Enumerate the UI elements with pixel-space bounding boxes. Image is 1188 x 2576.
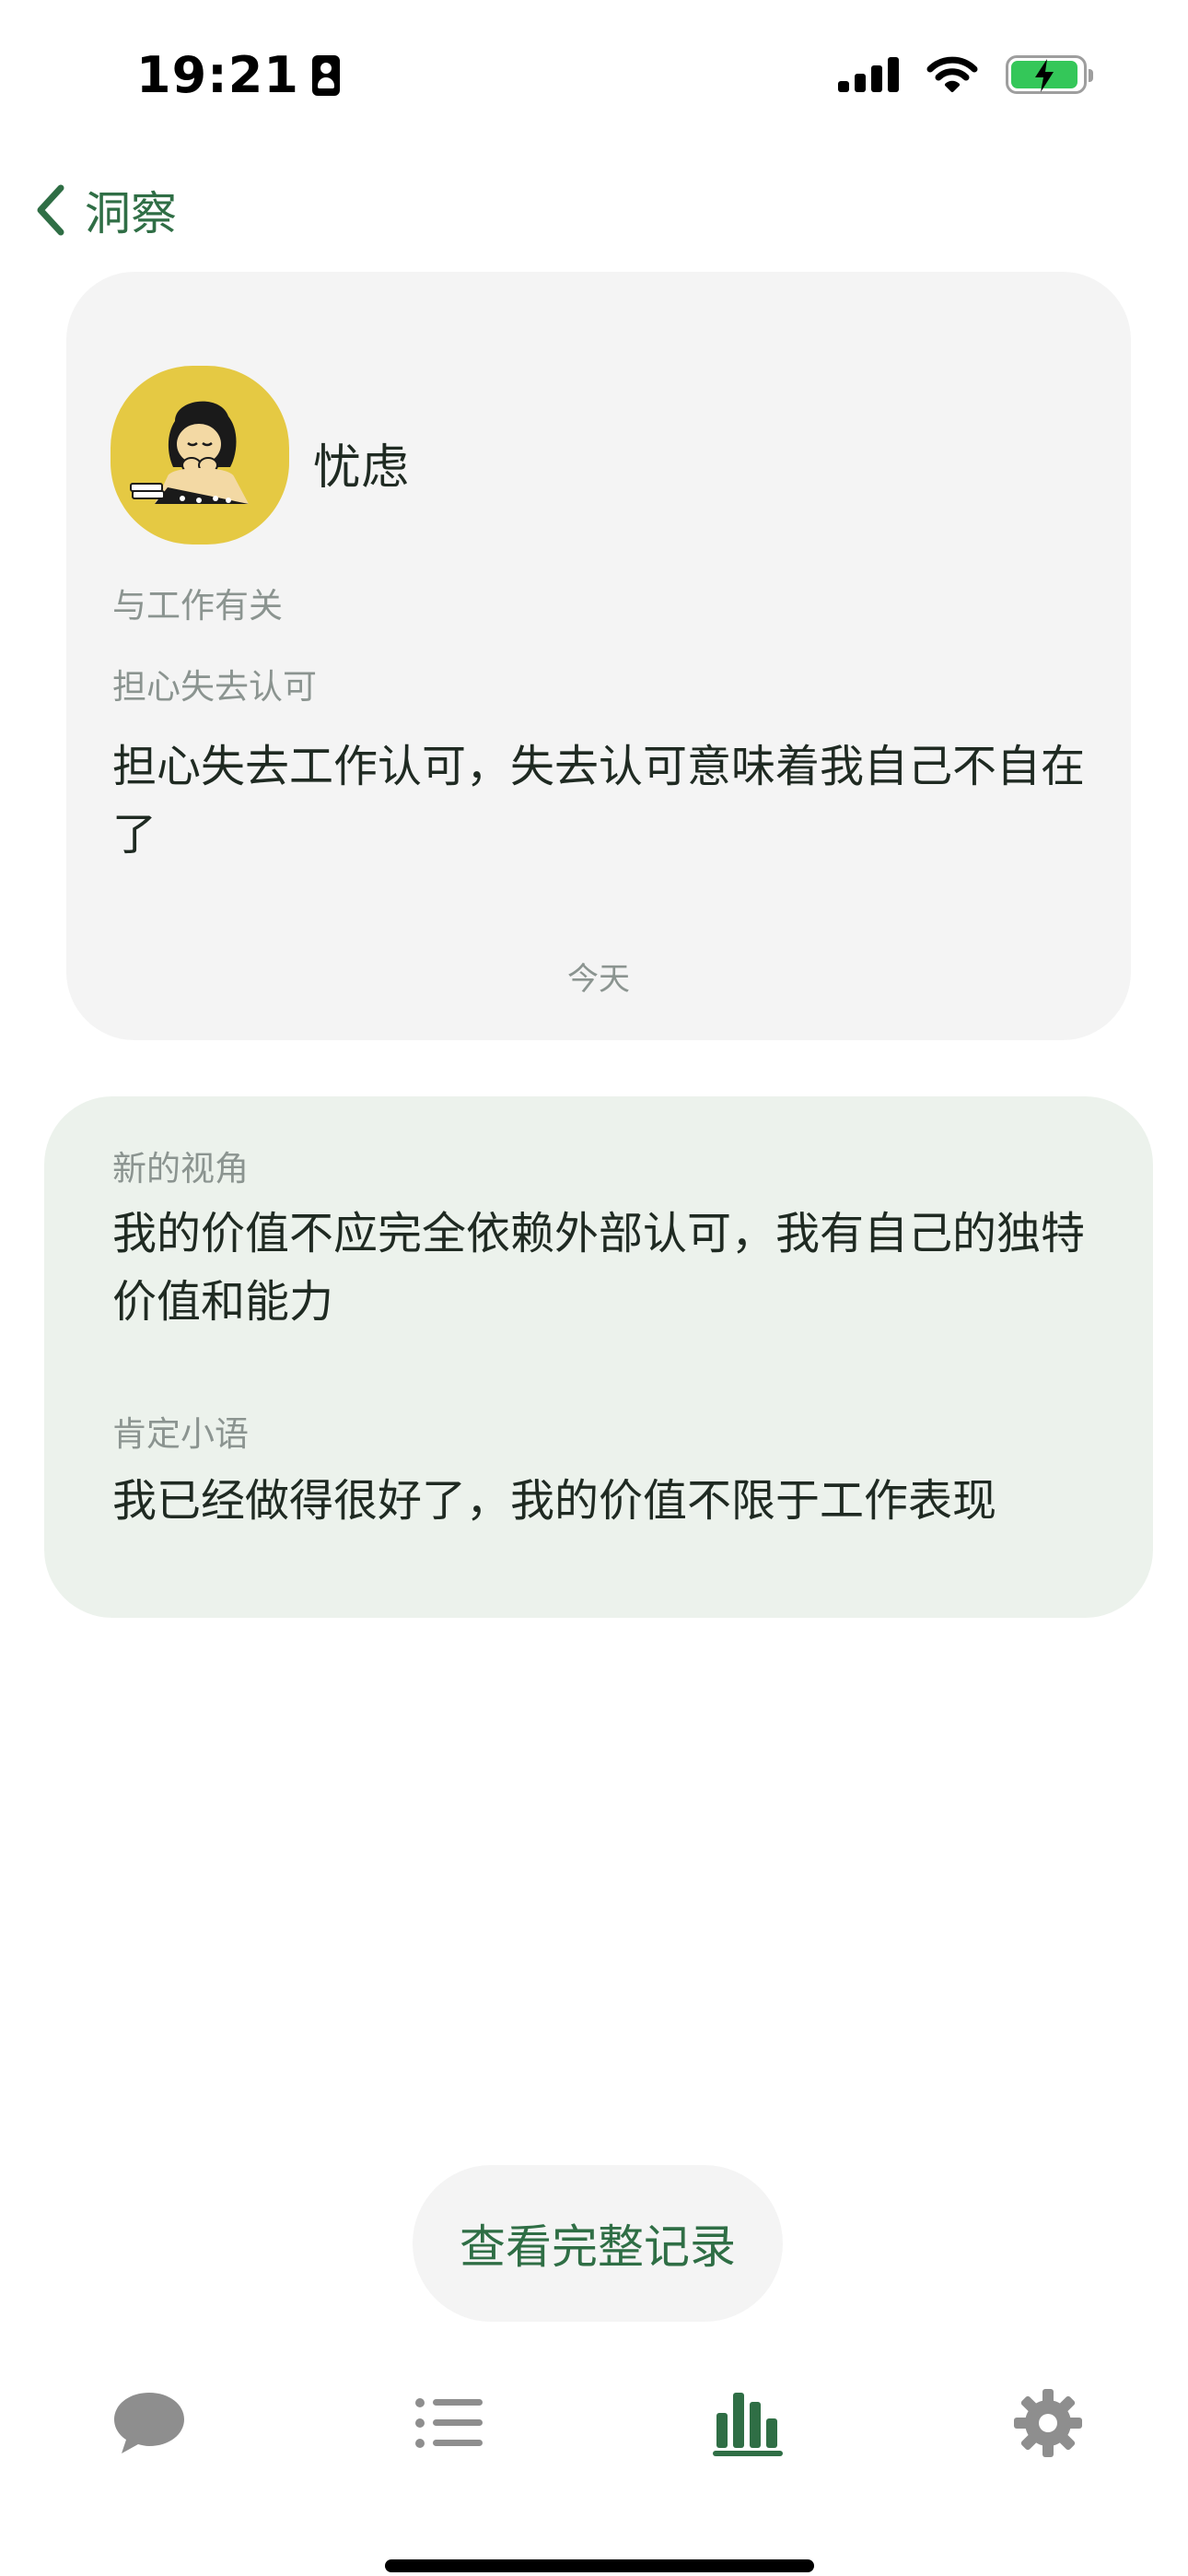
chat-bubble-icon (114, 2393, 184, 2453)
home-indicator (385, 2559, 814, 2572)
status-bar: 19:21 (0, 0, 1188, 157)
tab-list[interactable] (385, 2368, 514, 2478)
view-full-record-button[interactable]: 查看完整记录 (413, 2165, 783, 2322)
wifi-icon (926, 56, 978, 92)
id-card-icon (311, 54, 340, 96)
tab-chat[interactable] (85, 2368, 214, 2478)
insight-card: 新的视角 我的价值不应完全依赖外部认可，我有自己的独特价值和能力 肯定小语 我已… (44, 1096, 1153, 1618)
cellular-signal-icon (838, 57, 899, 92)
status-indicators (838, 55, 1093, 94)
entry-text: 担心失去工作认可，失去认可意味着我自己不自在了 (112, 741, 1086, 861)
affirmation-label: 肯定小语 (112, 1414, 249, 1454)
avatar (111, 366, 289, 544)
list-icon (415, 2398, 483, 2448)
back-button[interactable]: 洞察 (35, 177, 177, 243)
entry-date: 今天 (567, 961, 630, 998)
worried-girl-illustration (130, 401, 249, 504)
subcategory-tag: 担心失去认可 (112, 667, 317, 707)
bar-chart-icon (713, 2393, 783, 2456)
status-time: 19:21 (136, 46, 340, 104)
category-tag: 与工作有关 (112, 586, 283, 626)
battery-charging-icon (1006, 55, 1093, 94)
perspective-label: 新的视角 (112, 1149, 249, 1188)
back-button-label: 洞察 (85, 187, 177, 240)
tab-bar (0, 2368, 1188, 2478)
tab-insights[interactable] (683, 2368, 812, 2478)
emotion-entry-card[interactable]: 忧虑 与工作有关 担心失去认可 担心失去工作认可，失去认可意味着我自己不自在了 … (66, 272, 1131, 1040)
affirmation-text: 我已经做得很好了，我的价值不限于工作表现 (112, 1475, 997, 1527)
emotion-label: 忧虑 (313, 440, 410, 496)
chevron-left-icon (37, 184, 64, 236)
perspective-text: 我的价值不应完全依赖外部认可，我有自己的独特价值和能力 (112, 1208, 1086, 1328)
status-time-text: 19:21 (136, 46, 299, 104)
gear-icon (1014, 2389, 1082, 2457)
tab-settings[interactable] (984, 2368, 1112, 2478)
